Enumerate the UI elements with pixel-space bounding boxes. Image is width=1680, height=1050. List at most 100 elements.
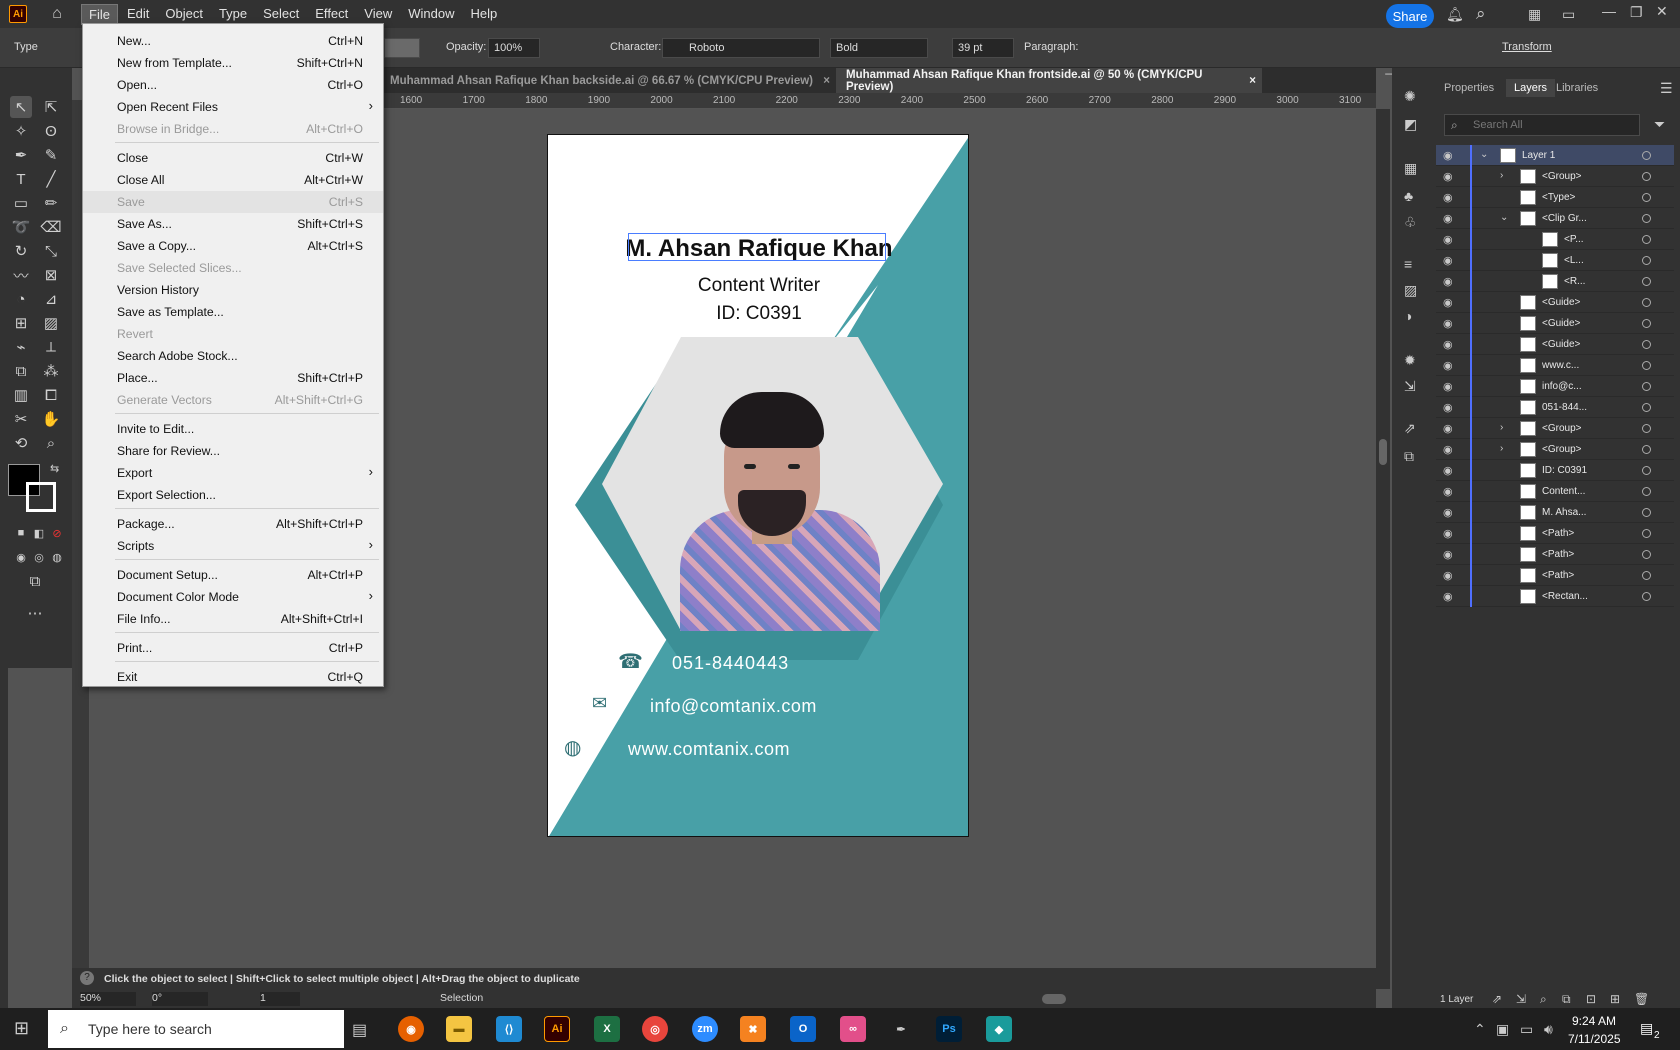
file-menu-item[interactable]: Version History <box>83 279 383 301</box>
direct-selection-tool-icon[interactable]: ⇱ <box>40 96 62 118</box>
visibility-eye-icon[interactable]: ◉ <box>1443 527 1453 540</box>
layer-row[interactable]: ◉ <L... <box>1436 250 1674 271</box>
layer-row[interactable]: ◉ Content... <box>1436 481 1674 502</box>
app-icon[interactable]: ◆ <box>986 1016 1012 1042</box>
stroke-swatch-tool[interactable] <box>26 482 56 512</box>
target-circle-icon[interactable] <box>1642 529 1651 538</box>
graph-tool-icon[interactable]: ▥ <box>10 384 32 406</box>
target-circle-icon[interactable] <box>1642 214 1651 223</box>
tab-properties[interactable]: Properties <box>1444 82 1494 94</box>
share-button[interactable]: Share <box>1386 4 1434 28</box>
card-role[interactable]: Content Writer <box>548 275 968 297</box>
taskbar-search[interactable]: ⌕ Type here to search <box>48 1010 344 1048</box>
visibility-eye-icon[interactable]: ◉ <box>1443 254 1453 267</box>
stroke-swatch[interactable] <box>384 38 420 58</box>
font-style-select[interactable]: Bold <box>830 38 928 58</box>
file-menu-item[interactable]: Place... Shift+Ctrl+P <box>83 367 383 389</box>
expand-chevron-icon[interactable]: › <box>1500 443 1503 454</box>
visibility-eye-icon[interactable]: ◉ <box>1443 275 1453 288</box>
expand-chevron-icon[interactable]: › <box>1500 170 1503 181</box>
visibility-eye-icon[interactable]: ◉ <box>1443 548 1453 561</box>
expand-chevron-icon[interactable]: ⌄ <box>1480 149 1488 160</box>
scroll-thumb[interactable] <box>1379 439 1387 465</box>
target-circle-icon[interactable] <box>1642 235 1651 244</box>
screen-mode-icon[interactable]: ⧉ <box>24 570 46 592</box>
expand-chevron-icon[interactable]: › <box>1500 422 1503 433</box>
selection-tool-icon[interactable]: ↖ <box>10 96 32 118</box>
chrome-icon[interactable]: ◎ <box>642 1016 668 1042</box>
rotate-select[interactable]: 0° <box>152 992 208 1006</box>
visibility-eye-icon[interactable]: ◉ <box>1443 401 1453 414</box>
file-menu-item[interactable]: Package... Alt+Shift+Ctrl+P <box>83 513 383 535</box>
display-icon[interactable]: ▣ <box>1496 1021 1509 1038</box>
pencil-tool-icon[interactable]: ✏ <box>40 192 62 214</box>
file-menu-item[interactable]: Export › <box>83 462 383 484</box>
target-circle-icon[interactable] <box>1642 508 1651 517</box>
mesh-tool-icon[interactable]: ⊞ <box>10 312 32 334</box>
file-menu-item[interactable]: Save as Template... <box>83 301 383 323</box>
target-circle-icon[interactable] <box>1642 466 1651 475</box>
excel-icon[interactable]: X <box>594 1016 620 1042</box>
arrange-documents-icon[interactable]: ▦ <box>1528 6 1541 23</box>
file-menu-item[interactable]: Export Selection... <box>83 484 383 506</box>
restore-icon[interactable]: ❐ <box>1630 4 1643 21</box>
card-phone[interactable]: 051-8440443 <box>672 653 789 674</box>
visibility-eye-icon[interactable]: ◉ <box>1443 170 1453 183</box>
file-menu-item[interactable]: Share for Review... <box>83 440 383 462</box>
zoom-icon[interactable]: zm <box>692 1016 718 1042</box>
file-menu-item[interactable]: Save a Copy... Alt+Ctrl+S <box>83 235 383 257</box>
blend-tool-icon[interactable]: ⧉ <box>10 360 32 382</box>
symbols-icon[interactable]: ♧ <box>1404 214 1417 231</box>
layer-row[interactable]: ◉ M. Ahsa... <box>1436 502 1674 523</box>
visibility-eye-icon[interactable]: ◉ <box>1443 443 1453 456</box>
visibility-eye-icon[interactable]: ◉ <box>1443 338 1453 351</box>
pen-tool-icon[interactable]: ✒ <box>10 144 32 166</box>
tray-chevron-icon[interactable]: ⌃ <box>1474 1021 1486 1038</box>
card-id[interactable]: ID: C0391 <box>548 303 968 325</box>
layer-row[interactable]: ◉ <Type> <box>1436 187 1674 208</box>
type-tool-icon[interactable]: T <box>10 168 32 190</box>
layer-name[interactable]: <Group> <box>1542 423 1581 434</box>
lasso-tool-icon[interactable]: ʘ <box>40 120 62 142</box>
delete-layer-icon[interactable]: 🗑︎ <box>1634 992 1649 1006</box>
vertical-scrollbar[interactable] <box>1376 109 1390 989</box>
network-icon[interactable]: ▭ <box>1520 1021 1533 1038</box>
visibility-eye-icon[interactable]: ◉ <box>1443 380 1453 393</box>
panel-menu-icon[interactable]: ☰ <box>1660 80 1673 97</box>
visibility-eye-icon[interactable]: ◉ <box>1443 506 1453 519</box>
file-menu-item[interactable]: Print... Ctrl+P <box>83 637 383 659</box>
layer-name[interactable]: <Guide> <box>1542 339 1580 350</box>
menu-edit[interactable]: Edit <box>120 4 156 25</box>
file-menu-item[interactable]: Scripts › <box>83 535 383 557</box>
export-layers-icon[interactable]: ⇗ <box>1492 992 1502 1006</box>
layer-row[interactable]: ◉ <Rectan... <box>1436 586 1674 607</box>
target-circle-icon[interactable] <box>1642 340 1651 349</box>
layers-search-input[interactable]: ⌕ Search All <box>1444 114 1640 136</box>
visibility-eye-icon[interactable]: ◉ <box>1443 296 1453 309</box>
rectangle-tool-icon[interactable]: ▭ <box>10 192 32 214</box>
file-explorer-icon[interactable]: ▬ <box>446 1016 472 1042</box>
target-circle-icon[interactable] <box>1642 256 1651 265</box>
target-circle-icon[interactable] <box>1642 361 1651 370</box>
layer-name[interactable]: <Guide> <box>1542 297 1580 308</box>
file-menu-item[interactable]: Exit Ctrl+Q <box>83 666 383 688</box>
eraser-tool-icon[interactable]: ⌫ <box>40 216 62 238</box>
layer-row[interactable]: ◉ <Path> <box>1436 565 1674 586</box>
pen-app-icon[interactable]: ✒ <box>888 1016 914 1042</box>
layer-name[interactable]: <Group> <box>1542 444 1581 455</box>
firefox-icon[interactable]: ◉ <box>398 1016 424 1042</box>
scale-tool-icon[interactable]: ⤡ <box>40 240 62 262</box>
visibility-eye-icon[interactable]: ◉ <box>1443 422 1453 435</box>
target-circle-icon[interactable] <box>1642 151 1651 160</box>
file-menu-item[interactable]: Close All Alt+Ctrl+W <box>83 169 383 191</box>
layer-row[interactable]: ◉ <Guide> <box>1436 292 1674 313</box>
visibility-eye-icon[interactable]: ◉ <box>1443 191 1453 204</box>
layer-row[interactable]: ◉ › <Group> <box>1436 418 1674 439</box>
shape-builder-tool-icon[interactable]: ◔ <box>10 288 32 310</box>
stroke-panel-icon[interactable]: ≡ <box>1404 256 1412 272</box>
swatches-icon[interactable]: ▦ <box>1404 160 1417 177</box>
layer-name[interactable]: www.c... <box>1542 360 1579 371</box>
home-icon[interactable]: ⌂ <box>47 4 67 24</box>
layer-name[interactable]: M. Ahsa... <box>1542 507 1586 518</box>
close-tab-icon[interactable]: × <box>823 75 830 87</box>
